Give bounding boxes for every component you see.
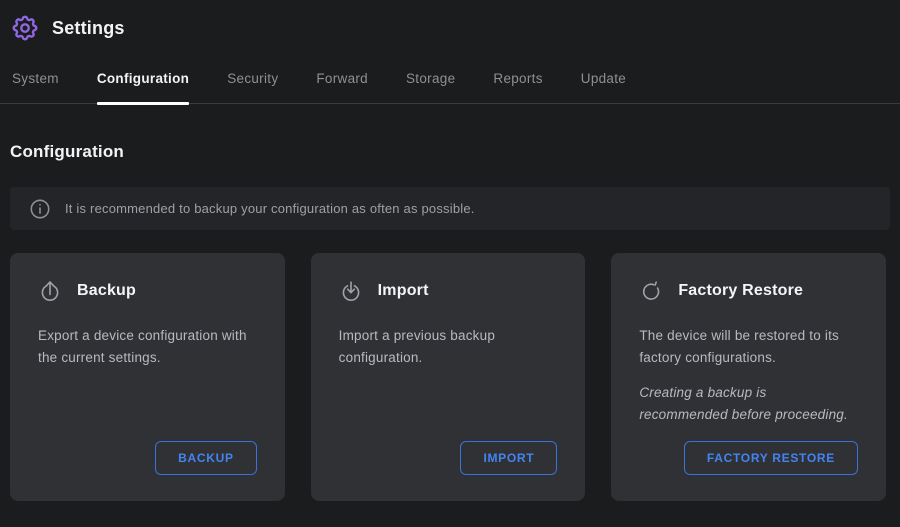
factory-restore-card-note: Creating a backup is recommended before … <box>639 382 858 426</box>
import-button[interactable]: IMPORT <box>460 441 557 475</box>
settings-page: Settings System Configuration Security F… <box>0 0 900 527</box>
factory-restore-card: Factory Restore The device will be resto… <box>611 253 886 501</box>
tab-bar: System Configuration Security Forward St… <box>0 52 900 104</box>
header: Settings <box>0 0 900 52</box>
import-card-title: Import <box>378 282 429 300</box>
tab-reports[interactable]: Reports <box>493 71 542 103</box>
card-grid: Backup Export a device configuration wit… <box>10 253 886 501</box>
factory-restore-button[interactable]: FACTORY RESTORE <box>684 441 858 475</box>
gear-icon <box>10 13 40 43</box>
factory-restore-card-description: The device will be restored to its facto… <box>639 325 858 369</box>
tab-storage[interactable]: Storage <box>406 71 455 103</box>
import-card: Import Import a previous backup configur… <box>311 253 586 501</box>
backup-card: Backup Export a device configuration wit… <box>10 253 285 501</box>
backup-button[interactable]: BACKUP <box>155 441 257 475</box>
tab-configuration[interactable]: Configuration <box>97 71 189 103</box>
page-title: Configuration <box>0 104 900 162</box>
tab-system[interactable]: System <box>12 71 59 103</box>
factory-restore-card-title: Factory Restore <box>678 282 803 300</box>
backup-card-title: Backup <box>77 282 136 300</box>
backup-card-header: Backup <box>38 279 257 303</box>
tab-security[interactable]: Security <box>227 71 278 103</box>
info-banner: It is recommended to backup your configu… <box>10 187 890 230</box>
import-card-description: Import a previous backup configuration. <box>339 325 558 369</box>
info-icon <box>29 198 51 220</box>
factory-restore-card-header: Factory Restore <box>639 279 858 303</box>
upload-icon <box>38 279 62 303</box>
download-icon <box>339 279 363 303</box>
backup-card-description: Export a device configuration with the c… <box>38 325 257 369</box>
tab-forward[interactable]: Forward <box>316 71 368 103</box>
banner-text: It is recommended to backup your configu… <box>65 201 475 216</box>
import-card-header: Import <box>339 279 558 303</box>
restore-icon <box>639 279 663 303</box>
tab-update[interactable]: Update <box>581 71 626 103</box>
app-title: Settings <box>52 18 125 39</box>
